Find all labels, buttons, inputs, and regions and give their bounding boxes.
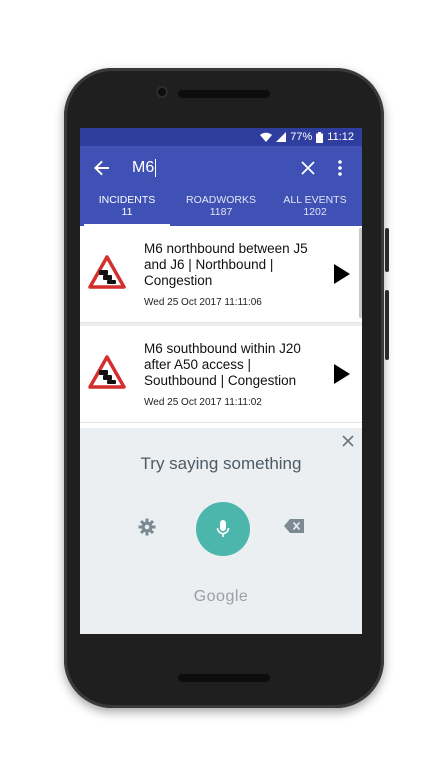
search-input[interactable]: M6	[118, 159, 292, 177]
tab-count: 1202	[303, 206, 327, 218]
back-button[interactable]	[86, 152, 118, 184]
clear-search-button[interactable]	[292, 152, 324, 184]
incident-timestamp: Wed 25 Oct 2017 11:11:06	[144, 296, 262, 308]
voice-prompt: Try saying something	[140, 454, 302, 473]
battery-level: 77%	[290, 131, 313, 143]
tab-label: INCIDENTS	[98, 194, 156, 206]
volume-button	[385, 290, 389, 360]
scrollbar[interactable]	[359, 228, 362, 318]
play-button[interactable]	[322, 264, 362, 284]
arrow-back-icon	[94, 160, 109, 176]
voice-backspace-button[interactable]	[284, 519, 304, 538]
search-query: M6	[132, 159, 155, 176]
tab-label: ALL EVENTS	[283, 194, 347, 206]
play-icon	[334, 364, 350, 384]
gear-icon	[138, 518, 156, 536]
tab-count: 11	[121, 206, 133, 218]
google-logo: Google	[193, 588, 249, 605]
play-button[interactable]	[322, 364, 362, 384]
clock: 11:12	[327, 131, 354, 143]
tab-incidents[interactable]: INCIDENTS 11	[80, 190, 174, 226]
incident-list: M6 northbound between J5 and J6 | Northb…	[80, 226, 362, 423]
incident-title: M6 northbound between J5 and J6 | Northb…	[144, 240, 308, 288]
mic-button[interactable]	[196, 502, 250, 556]
app-bar: M6 INCIDENTS 11 ROADWORKS 1187 ALL EVENT…	[80, 146, 362, 226]
signal-icon	[276, 132, 287, 142]
phone-screen: 77% 11:12 M6 INCIDENTS 11 ROADWORKS 1187…	[80, 128, 362, 634]
close-icon	[342, 435, 354, 447]
incident-card[interactable]: M6 northbound between J5 and J6 | Northb…	[80, 226, 362, 323]
mic-icon	[216, 520, 230, 537]
battery-icon	[316, 131, 324, 143]
front-camera	[156, 86, 168, 98]
wifi-icon	[260, 132, 273, 142]
backspace-icon	[284, 519, 304, 533]
more-vert-icon	[338, 160, 342, 176]
incident-details: M6 northbound between J5 and J6 | Northb…	[144, 241, 322, 308]
tab-count: 1187	[209, 206, 233, 218]
close-icon	[301, 161, 315, 175]
search-bar: M6	[80, 146, 362, 190]
incident-card[interactable]: M6 southbound within J20 after A50 acces…	[80, 326, 362, 423]
incident-timestamp: Wed 25 Oct 2017 11:11:02	[144, 396, 262, 408]
incident-details: M6 southbound within J20 after A50 acces…	[144, 341, 322, 408]
top-speaker	[178, 90, 270, 98]
power-button	[385, 228, 389, 272]
congestion-warning-icon	[88, 354, 134, 394]
play-icon	[334, 264, 350, 284]
voice-settings-button[interactable]	[138, 518, 156, 541]
tab-roadworks[interactable]: ROADWORKS 1187	[174, 190, 268, 226]
voice-search-panel: Try saying something Google	[80, 428, 362, 634]
incident-title: M6 southbound within J20 after A50 acces…	[144, 340, 301, 388]
congestion-warning-icon	[88, 254, 134, 294]
bottom-speaker	[178, 674, 270, 682]
text-cursor	[155, 159, 157, 177]
overflow-menu-button[interactable]	[324, 152, 356, 184]
tab-bar: INCIDENTS 11 ROADWORKS 1187 ALL EVENTS 1…	[80, 190, 362, 226]
tab-all-events[interactable]: ALL EVENTS 1202	[268, 190, 362, 226]
tab-label: ROADWORKS	[185, 194, 256, 206]
status-bar: 77% 11:12	[80, 128, 362, 146]
voice-close-button[interactable]	[342, 434, 354, 452]
